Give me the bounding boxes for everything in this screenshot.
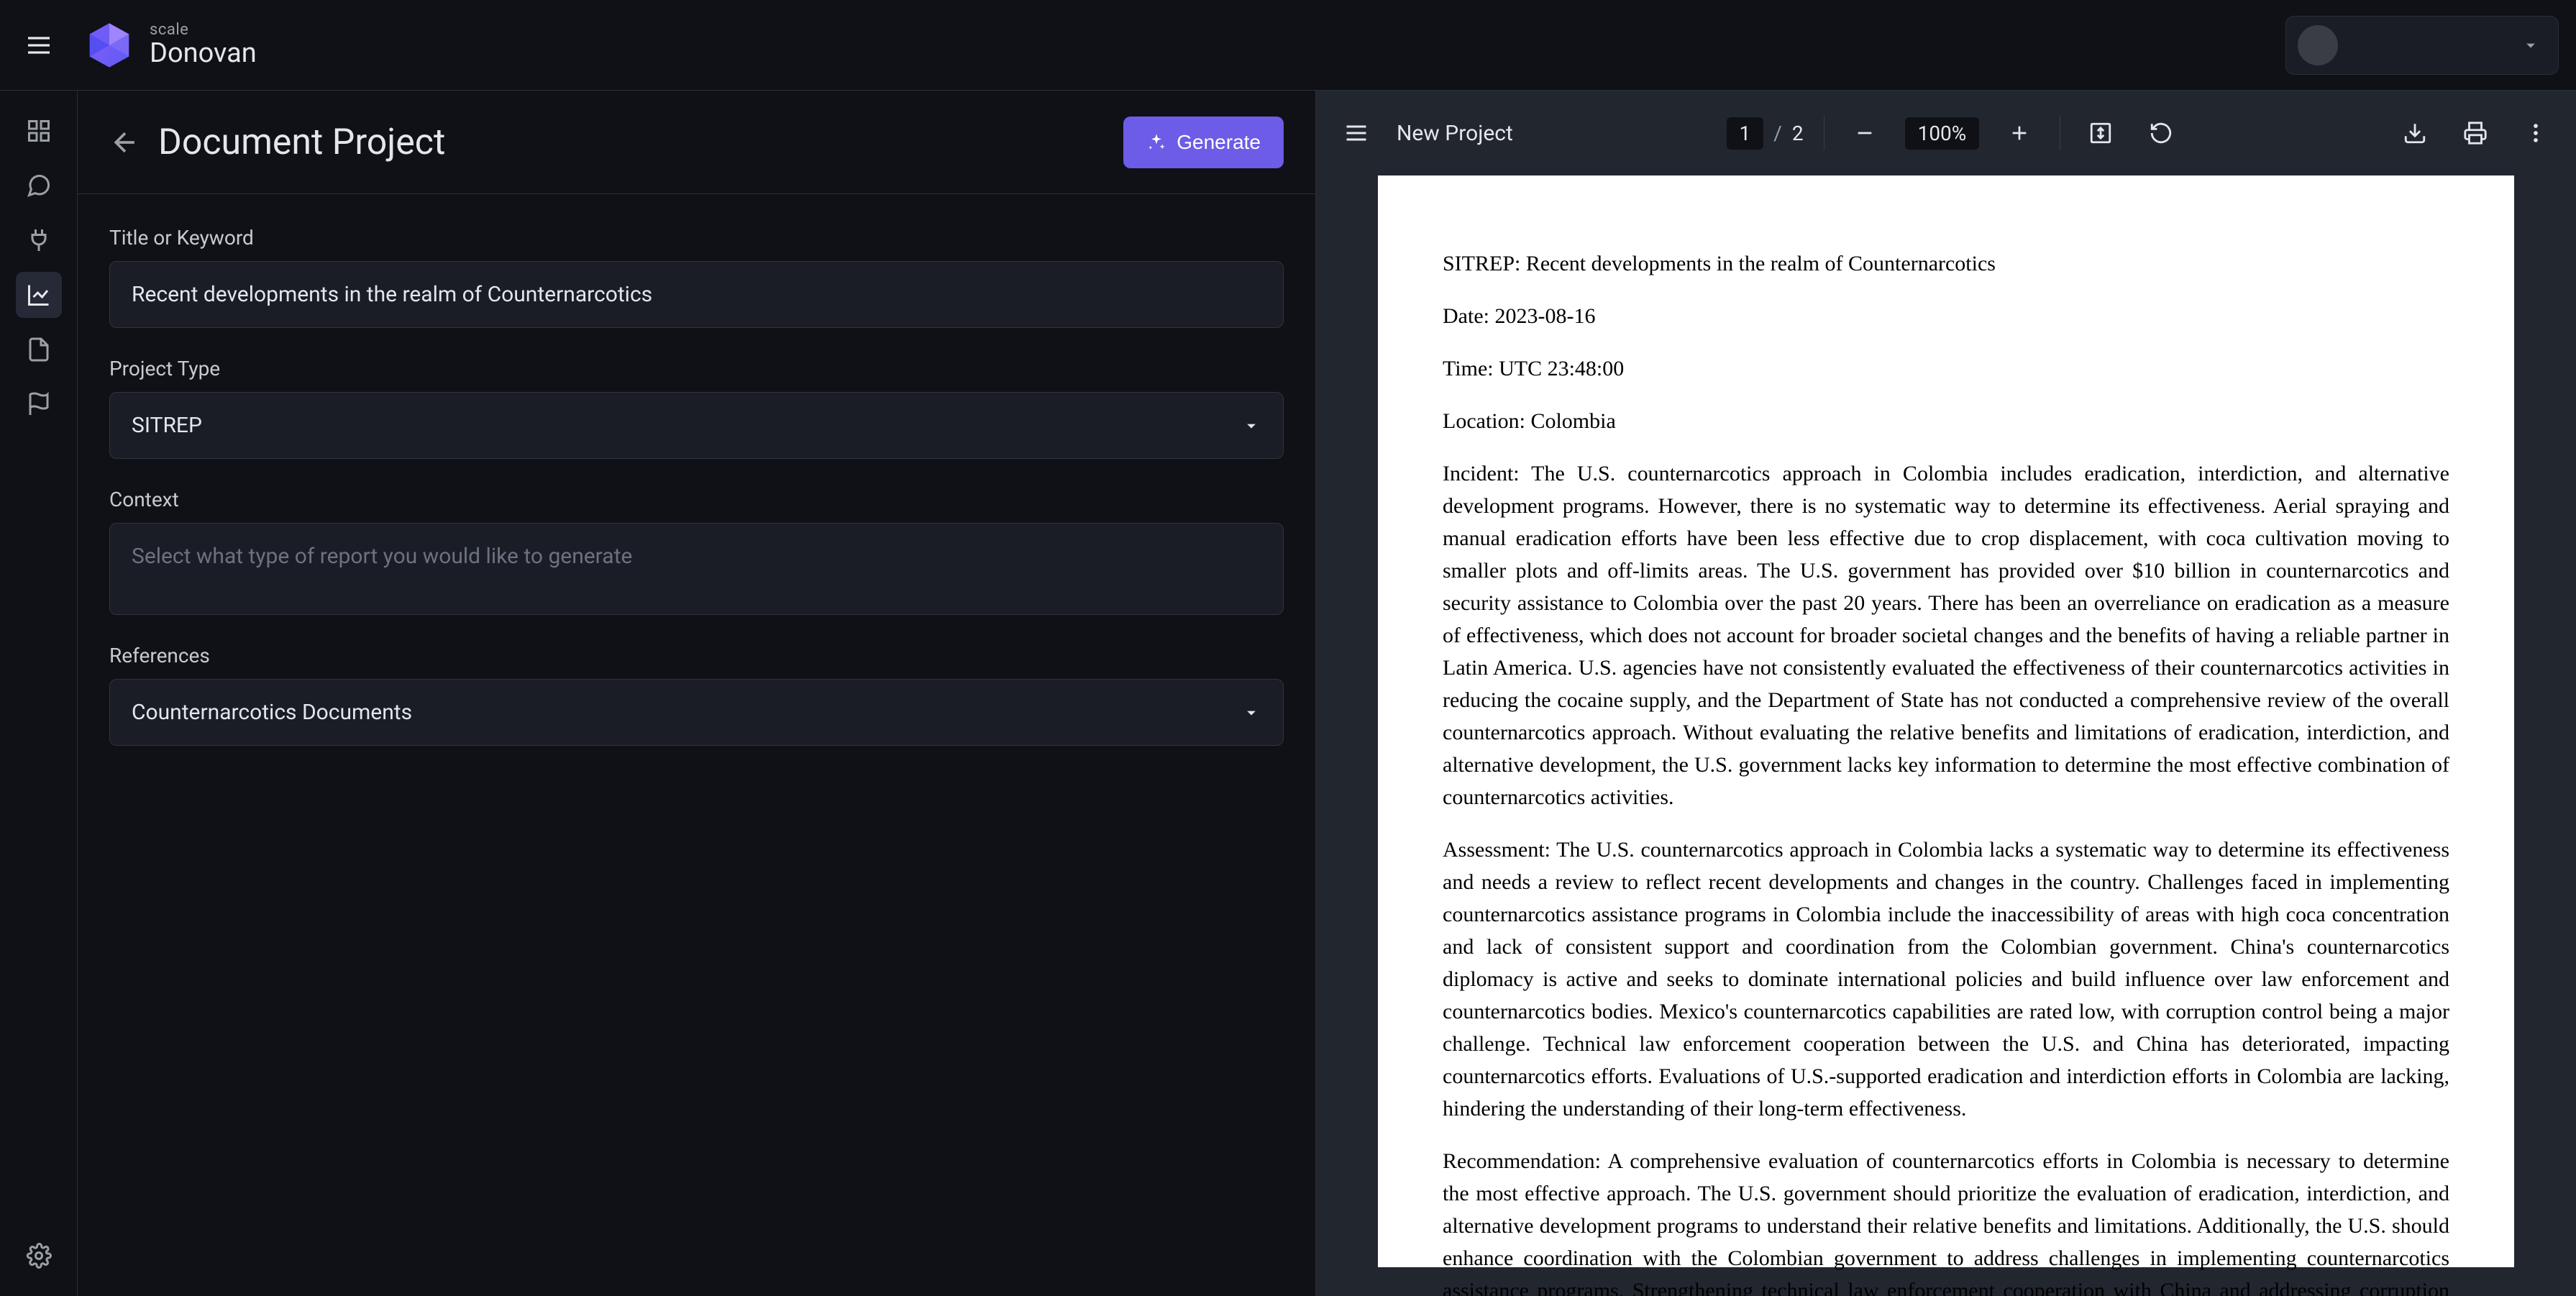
rail-settings-icon[interactable] [16, 1233, 62, 1279]
doc-time-line: Time: UTC 23:48:00 [1443, 352, 2449, 385]
left-rail [0, 91, 78, 1296]
doc-incident: Incident: The U.S. counternarcotics appr… [1443, 457, 2449, 813]
page-title: Document Project [158, 122, 1106, 163]
type-label: Project Type [109, 357, 1284, 380]
references-select[interactable]: Counternarcotics Documents [109, 679, 1284, 746]
doc-menu-icon[interactable] [1336, 113, 1376, 153]
hamburger-icon[interactable] [19, 25, 59, 65]
doc-title: New Project [1397, 121, 1513, 146]
project-type-select[interactable]: SITREP [109, 392, 1284, 459]
top-header: scale Donovan [0, 0, 2576, 91]
download-icon[interactable] [2395, 113, 2435, 153]
zoom-out-icon[interactable] [1845, 113, 1885, 153]
page-control: 1 / 2 [1727, 117, 1804, 150]
zoom-level[interactable]: 100% [1905, 117, 1980, 150]
doc-toolbar: New Project 1 / 2 100% [1316, 91, 2576, 175]
brand-name-label: Donovan [150, 39, 257, 69]
references-label: References [109, 644, 1284, 667]
chevron-down-icon [2521, 35, 2541, 55]
generate-button[interactable]: Generate [1123, 117, 1284, 168]
avatar [2298, 25, 2338, 65]
rail-flag-icon[interactable] [16, 381, 62, 427]
project-type-value: SITREP [132, 413, 202, 438]
page-total: 2 [1792, 122, 1804, 145]
brand-scale-label: scale [150, 22, 257, 39]
user-menu[interactable] [2285, 16, 2559, 75]
references-value: Counternarcotics Documents [132, 700, 412, 725]
rail-grid-icon[interactable] [16, 108, 62, 154]
page-separator: / [1773, 122, 1782, 145]
chevron-down-icon [1241, 703, 1261, 723]
doc-sitrep-line: SITREP: Recent developments in the realm… [1443, 247, 2449, 280]
back-arrow-icon[interactable] [109, 127, 141, 158]
rail-plug-icon[interactable] [16, 217, 62, 263]
generate-button-label: Generate [1177, 131, 1261, 154]
title-label: Title or Keyword [109, 226, 1284, 250]
rail-chat-icon[interactable] [16, 163, 62, 209]
doc-page: SITREP: Recent developments in the realm… [1378, 175, 2514, 1267]
context-label: Context [109, 488, 1284, 511]
left-panel: Document Project Generate Title or Keywo… [78, 91, 1316, 1296]
chevron-down-icon [1241, 416, 1261, 436]
page-current-input[interactable]: 1 [1727, 117, 1764, 150]
zoom-in-icon[interactable] [1999, 113, 2040, 153]
fit-page-icon[interactable] [2081, 113, 2121, 153]
rotate-icon[interactable] [2141, 113, 2181, 153]
doc-date-line: Date: 2023-08-16 [1443, 300, 2449, 332]
right-panel: New Project 1 / 2 100% [1316, 91, 2576, 1296]
brand[interactable]: scale Donovan [78, 19, 257, 71]
rail-file-icon[interactable] [16, 327, 62, 373]
print-icon[interactable] [2455, 113, 2495, 153]
brand-logo-icon [83, 19, 135, 71]
doc-assessment: Assessment: The U.S. counternarcotics ap… [1443, 834, 2449, 1125]
doc-recommendation: Recommendation: A comprehensive evaluati… [1443, 1145, 2449, 1296]
context-input[interactable] [109, 523, 1284, 615]
more-icon[interactable] [2516, 113, 2556, 153]
doc-scroll[interactable]: SITREP: Recent developments in the realm… [1316, 175, 2576, 1296]
sparkle-icon [1146, 132, 1166, 152]
rail-chart-icon[interactable] [16, 272, 62, 318]
title-input[interactable] [109, 261, 1284, 328]
doc-location-line: Location: Colombia [1443, 405, 2449, 437]
